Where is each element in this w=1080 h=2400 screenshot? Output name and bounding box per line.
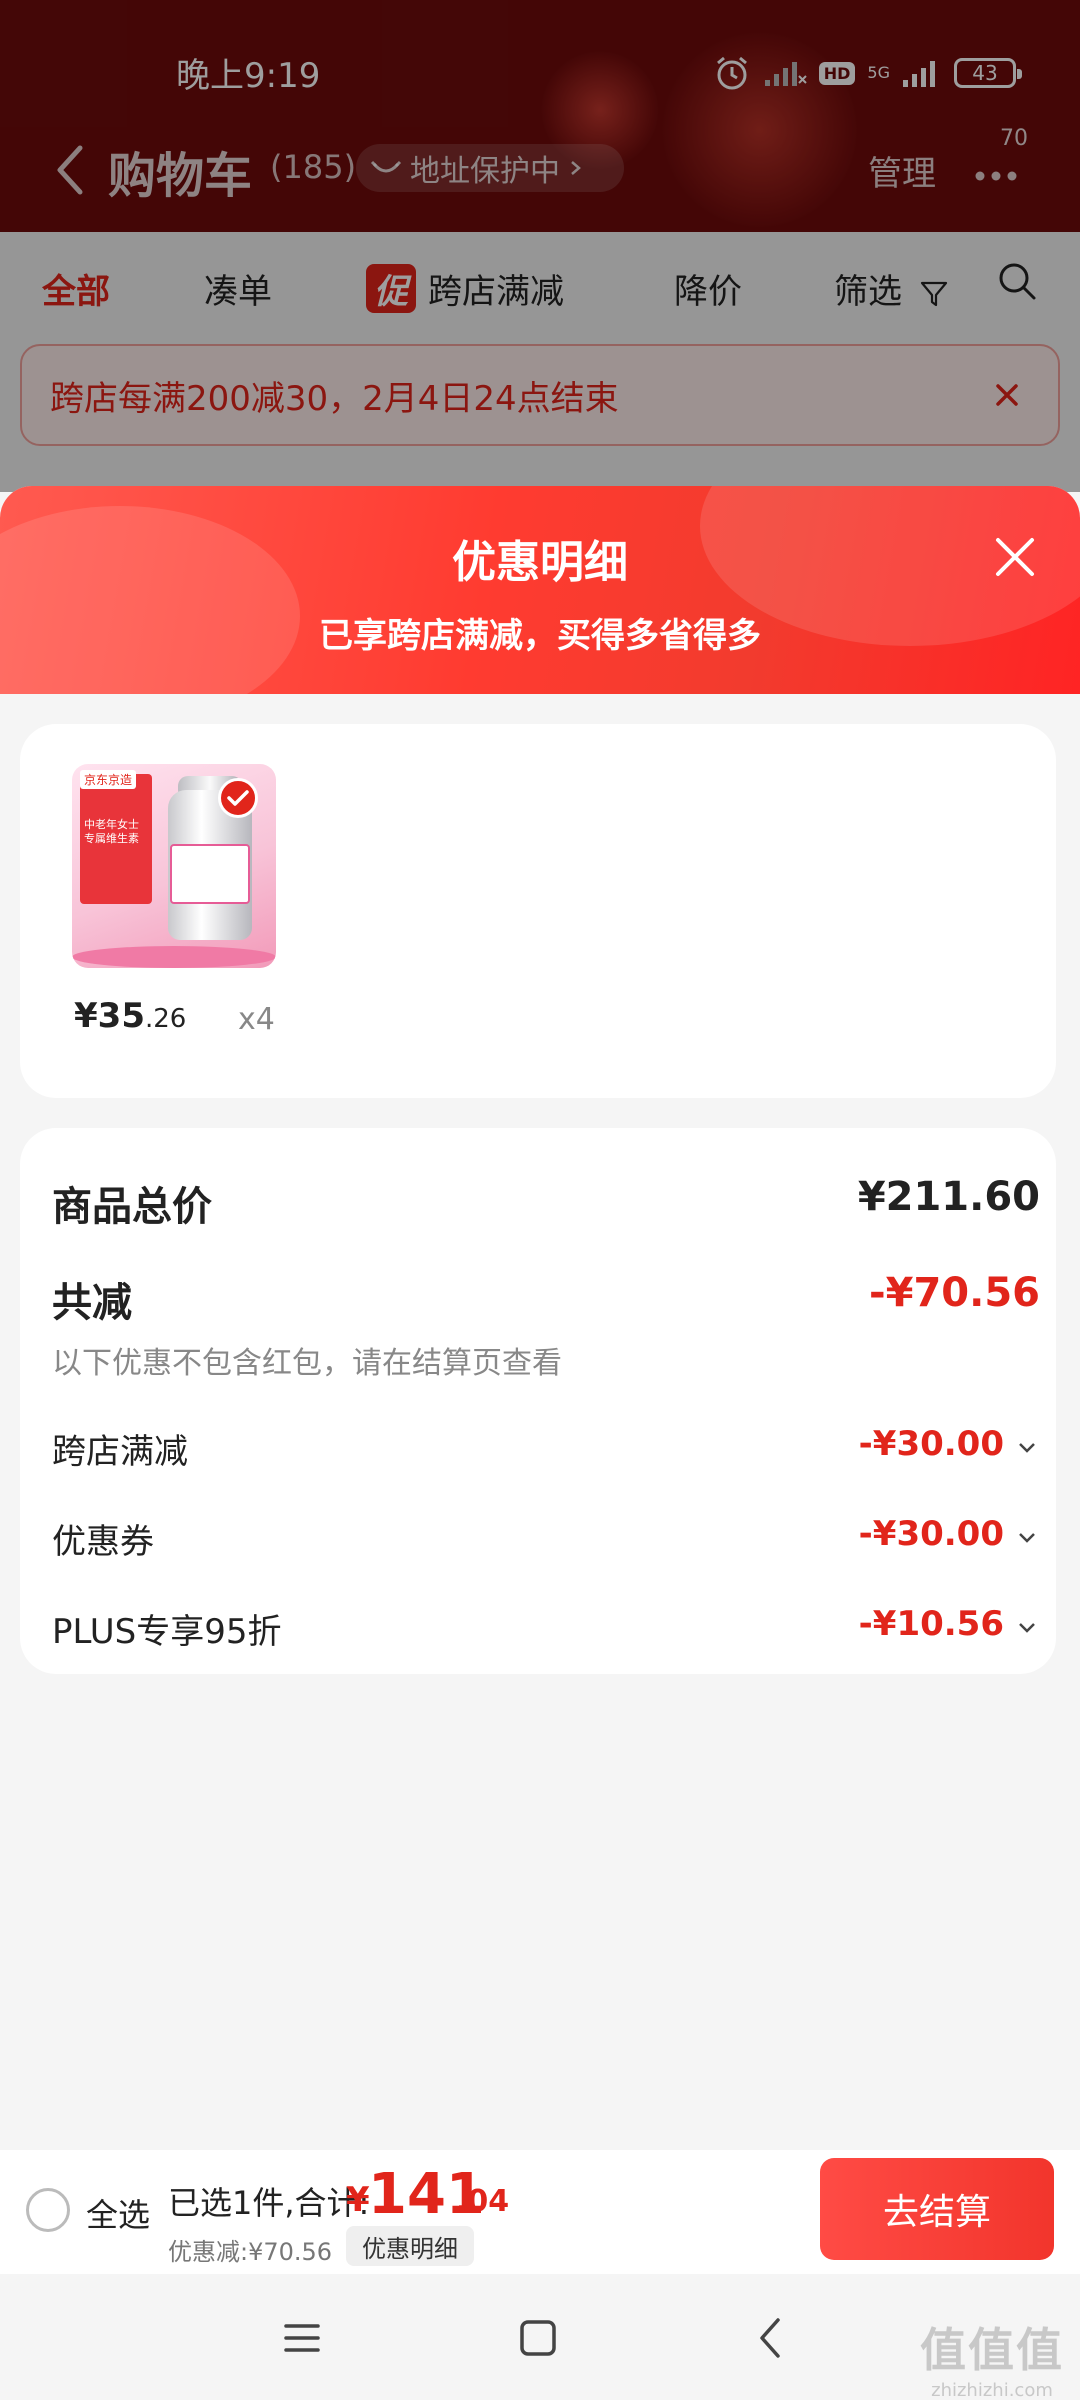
discount-label: PLUS专享95折 (52, 1612, 282, 1652)
select-all-label[interactable]: 全选 (86, 2190, 150, 2236)
selected-check-icon (218, 778, 258, 818)
discount-value: -¥30.00 (858, 1514, 1004, 1554)
recent-apps-button[interactable] (272, 2308, 332, 2368)
product-image[interactable]: 中老年女士专属维生素 京东京造 (72, 764, 276, 968)
product-box-text: 中老年女士专属维生素 (84, 818, 139, 845)
total-reduce-label: 共减 (52, 1280, 132, 1326)
selected-summary: 已选1件,合计: (168, 2184, 370, 2222)
menu-icon (284, 2324, 320, 2352)
discount-row-coupon[interactable]: 优惠券 -¥30.00 (52, 1514, 1040, 1564)
chevron-down-icon (1019, 1443, 1035, 1453)
discount-row-cross-store[interactable]: 跨店满减 -¥30.00 (52, 1424, 1040, 1474)
sheet-header: 优惠明细 已享跨店满减，买得多省得多 (0, 486, 1080, 694)
product-plinth (72, 946, 276, 968)
discount-note: 以下优惠不包含红包，请在结算页查看 (52, 1346, 562, 1381)
total-amount-dec: .04 (456, 2184, 510, 2219)
watermark-url: zhizhizhi.com (931, 2380, 1053, 2400)
checkout-bar: 全选 已选1件,合计: ¥ 141 .04 优惠减:¥70.56 优惠明细 去结… (0, 2150, 1080, 2274)
home-square-icon (520, 2320, 556, 2356)
back-arrow-icon (760, 2318, 780, 2358)
product-brand: 京东京造 (80, 770, 137, 789)
product-price-int: ¥35 (74, 996, 145, 1036)
discount-summary: 优惠减:¥70.56 (168, 2238, 333, 2266)
checkout-button[interactable]: 去结算 (820, 2158, 1054, 2260)
total-price-value: ¥211.60 (857, 1174, 1040, 1220)
product-quantity: x4 (238, 1002, 275, 1037)
sheet-title: 优惠明细 (452, 537, 628, 588)
discount-row-plus[interactable]: PLUS专享95折 -¥10.56 (52, 1604, 1040, 1654)
system-nav-bar: 值值值 zhizhizhi.com (0, 2274, 1080, 2400)
discount-value: -¥10.56 (858, 1604, 1004, 1644)
total-currency: ¥ (346, 2180, 370, 2220)
chevron-down-icon (1019, 1533, 1035, 1543)
sheet-close-button[interactable] (990, 532, 1040, 582)
dim-overlay[interactable] (0, 0, 1080, 492)
home-button[interactable] (508, 2308, 568, 2368)
select-all-checkbox[interactable] (26, 2188, 70, 2232)
price-detail-card: 商品总价 ¥211.60 共减 -¥70.56 以下优惠不包含红包，请在结算页查… (20, 1128, 1056, 1674)
discount-label: 优惠券 (52, 1522, 154, 1562)
sheet-subtitle: 已享跨店满减，买得多省得多 (319, 616, 761, 656)
product-price-dec: .26 (144, 1004, 187, 1034)
product-bottle-label (170, 844, 250, 904)
chevron-down-icon (1019, 1623, 1035, 1633)
close-icon (996, 538, 1034, 576)
total-price-label: 商品总价 (52, 1184, 212, 1230)
watermark-logo: 值值值 (920, 2323, 1064, 2377)
product-card: 中老年女士专属维生素 京东京造 ¥35.26 x4 (20, 724, 1056, 1098)
discount-detail-button[interactable]: 优惠明细 (346, 2226, 474, 2266)
discount-detail-sheet: 优惠明细 已享跨店满减，买得多省得多 中老年女士专属维生素 京东京造 ¥35.2… (0, 486, 1080, 2150)
total-reduce-value: -¥70.56 (869, 1270, 1040, 1316)
product-box: 中老年女士专属维生素 (80, 774, 152, 904)
product-price: ¥35.26 (74, 996, 186, 1036)
site-watermark: 值值值 zhizhizhi.com (920, 2314, 1064, 2400)
system-back-button[interactable] (742, 2308, 802, 2368)
discount-label: 跨店满减 (52, 1432, 188, 1472)
discount-value: -¥30.00 (858, 1424, 1004, 1464)
